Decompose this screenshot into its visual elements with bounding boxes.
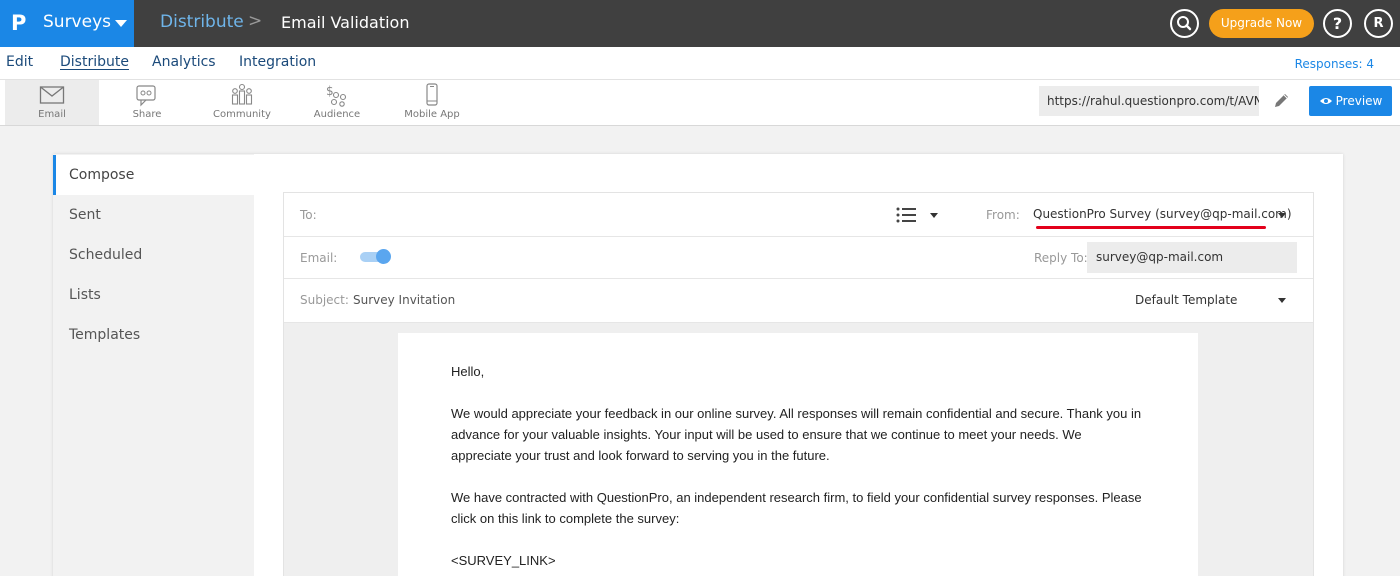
survey-url-field[interactable]: https://rahul.questionpro.com/t/AVN <box>1039 86 1259 116</box>
upgrade-now-button[interactable]: Upgrade Now <box>1209 9 1314 38</box>
email-greeting: Hello, <box>451 364 485 379</box>
tool-community[interactable]: Community <box>195 80 289 125</box>
contact-list-caret-icon[interactable] <box>930 213 938 218</box>
questionpro-logo-icon: P <box>11 11 27 35</box>
email-paragraph-2: We have contracted with QuestionPro, an … <box>451 490 1142 526</box>
pencil-icon[interactable] <box>1272 90 1292 110</box>
caret-down-icon <box>115 20 127 27</box>
sidebar-item-lists[interactable]: Lists <box>53 275 254 315</box>
reply-to-label: Reply To: <box>1034 251 1088 265</box>
from-caret-icon[interactable] <box>1278 213 1286 218</box>
product-name: Surveys <box>43 12 111 32</box>
share-icon <box>136 85 156 107</box>
tool-audience-label: Audience <box>313 109 361 120</box>
contact-list-icon[interactable] <box>896 207 918 223</box>
envelope-icon <box>39 86 65 104</box>
subject-field[interactable]: Survey Invitation <box>353 293 455 307</box>
reply-to-field[interactable]: survey@qp-mail.com <box>1087 242 1297 273</box>
tool-email[interactable]: Email <box>5 80 99 125</box>
tool-share-label: Share <box>132 109 162 120</box>
from-label: From: <box>986 208 1020 222</box>
breadcrumb-chevron-icon: > <box>248 11 263 31</box>
responses-count[interactable]: Responses: 4 <box>1295 57 1374 71</box>
distribute-toolbar: Email Share Community $ Audience Mobile … <box>0 80 1400 126</box>
mobile-icon <box>426 83 438 106</box>
audience-icon: $ <box>326 84 347 107</box>
tool-audience[interactable]: $ Audience <box>290 80 384 125</box>
sidebar-item-sent[interactable]: Sent <box>53 195 254 235</box>
tab-edit[interactable]: Edit <box>6 54 33 70</box>
tool-community-label: Community <box>213 109 271 120</box>
tool-email-label: Email <box>38 109 66 120</box>
eye-icon <box>1319 98 1332 104</box>
search-button[interactable] <box>1170 9 1199 38</box>
sidebar-item-compose[interactable]: Compose <box>53 155 254 195</box>
help-button[interactable]: ? <box>1323 9 1352 38</box>
email-toggle[interactable] <box>360 249 391 264</box>
tool-share[interactable]: Share <box>100 80 194 125</box>
search-icon <box>1177 16 1192 31</box>
from-select[interactable]: QuestionPro Survey (survey@qp-mail.com) <box>1033 207 1292 221</box>
email-label: Email: <box>300 251 338 265</box>
preview-button[interactable]: Preview <box>1309 86 1392 116</box>
tab-distribute[interactable]: Distribute <box>60 54 129 70</box>
email-sidebar: Compose Sent Scheduled Lists Templates <box>53 154 254 576</box>
email-paragraph-1: We would appreciate your feedback in our… <box>451 406 1142 463</box>
preview-label: Preview <box>1335 94 1383 108</box>
secondary-nav: Edit Distribute Analytics Integration Re… <box>0 47 1400 80</box>
template-select[interactable]: Default Template <box>1135 293 1237 307</box>
toggle-knob <box>376 249 391 264</box>
svg-text:$: $ <box>326 84 334 98</box>
sidebar-item-templates[interactable]: Templates <box>53 315 254 355</box>
top-bar: P Surveys Distribute > Email Validation … <box>0 0 1400 47</box>
user-avatar[interactable]: R <box>1364 9 1393 38</box>
email-body-editor[interactable]: Hello, We would appreciate your feedback… <box>398 333 1198 576</box>
breadcrumb-distribute[interactable]: Distribute <box>160 12 244 32</box>
to-from-row: To: From: QuestionPro Survey (survey@qp-… <box>284 193 1313 237</box>
product-switcher[interactable]: P Surveys <box>0 0 134 47</box>
community-icon <box>231 83 253 105</box>
tab-integration[interactable]: Integration <box>239 54 316 70</box>
email-replyto-row: Email: Reply To: survey@qp-mail.com <box>284 237 1313 279</box>
tab-analytics[interactable]: Analytics <box>152 54 216 70</box>
to-label: To: <box>300 208 317 222</box>
template-caret-icon[interactable] <box>1278 298 1286 303</box>
page-title: Email Validation <box>281 13 410 32</box>
red-highlight-underline <box>1036 226 1266 229</box>
compose-panel: To: From: QuestionPro Survey (survey@qp-… <box>283 192 1314 576</box>
subject-row: Subject: Survey Invitation Default Templ… <box>284 279 1313 323</box>
distribute-card: Compose Sent Scheduled Lists Templates T… <box>53 154 1343 576</box>
tool-mobile-app-label: Mobile App <box>404 109 460 120</box>
tool-mobile-app[interactable]: Mobile App <box>385 80 479 125</box>
email-survey-link: <SURVEY_LINK> <box>451 553 556 568</box>
sidebar-item-scheduled[interactable]: Scheduled <box>53 235 254 275</box>
subject-label: Subject: <box>300 293 349 307</box>
